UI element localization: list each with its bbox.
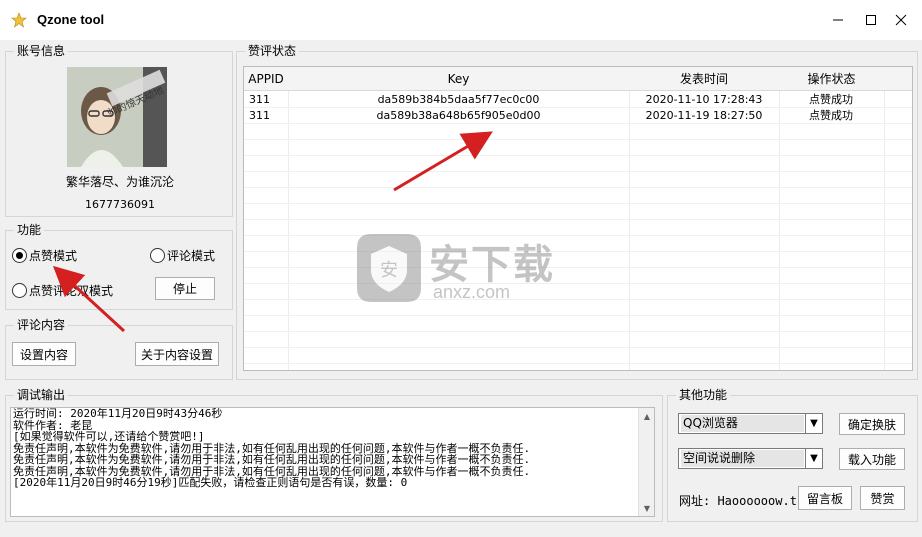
log-line: [如果觉得软件可以,还请给个赞赏吧!] [13,430,205,443]
debug-output-legend: 调试输出 [14,388,69,402]
column-header-action-status[interactable]: 操作状态 [779,67,884,91]
other-functions-legend: 其他功能 [676,388,731,402]
comment-content-legend: 评论内容 [14,318,69,332]
app-star-icon [11,12,27,28]
cell-post-time: 2020-11-19 18:27:50 [645,109,763,122]
function-group: 功能 点赞模式 评论模式 点赞评论双模式 停止 [5,223,233,310]
cell-action-status: 点赞成功 [809,93,853,106]
status-table-header: APPID Key 发表时间 操作状态 [244,67,912,91]
close-icon [895,14,907,26]
scroll-up-icon[interactable]: ▲ [639,408,654,424]
cell-post-time: 2020-11-10 17:28:43 [645,93,763,106]
vertical-scrollbar[interactable]: ▲ ▼ [638,408,654,516]
comment-content-group: 评论内容 设置内容 关于内容设置 [5,318,233,380]
reward-button[interactable]: 赞赏 [860,486,905,510]
column-header-post-time[interactable]: 发表时间 [629,67,779,91]
browser-select[interactable]: QQ浏览器 ▼ [678,413,823,434]
close-button[interactable] [887,6,915,34]
comment-mode-radio-indicator[interactable] [150,248,165,263]
cell-key: da589b38a648b65f905e0d00 [376,109,541,122]
watermark-shield-icon: 安 [357,234,421,302]
chevron-down-icon[interactable]: ▼ [805,449,822,468]
function-select-value: 空间说说删除 [681,450,804,467]
like-comment-mode-radio-indicator[interactable] [12,283,27,298]
debug-output-textarea[interactable]: 运行时间: 2020年11月20日9时43分46秒 软件作者: 老昆 [如果觉得… [10,407,655,517]
avatar-portrait [67,67,167,167]
comment-mode-label: 评论模式 [167,249,216,263]
website-label: 网址: Haoooooow.tk [679,494,805,508]
chevron-down-icon[interactable]: ▼ [805,414,822,433]
guestbook-button[interactable]: 留言板 [798,486,852,510]
set-content-button[interactable]: 设置内容 [12,342,76,366]
comment-mode-radio[interactable]: 评论模式 [150,247,215,264]
like-mode-radio[interactable]: 点赞模式 [12,247,77,264]
title-bar: Qzone tool [0,0,922,40]
log-line: 运行时间: 2020年11月20日9时43分46秒 [13,407,223,420]
minimize-button[interactable] [824,6,852,34]
avatar: 帅的惊天动地 [67,67,167,167]
log-line: [2020年11月20日9时46分19秒]匹配失败，请检查正则语句是否有误，数量… [13,476,408,489]
watermark-subtext: anxz.com [433,282,511,302]
minimize-icon [833,19,843,21]
window-title: Qzone tool [37,12,105,27]
like-comment-mode-radio[interactable]: 点赞评论双模式 [12,282,113,299]
log-line: 免责任声明,本软件为免费软件,请勿用于非法,如有任何乱用出现的任何问题,本软件与… [13,453,531,466]
cell-appid: 311 [249,93,270,106]
table-row[interactable]: 311 da589b38a648b65f905e0d00 2020-11-19 … [244,108,912,124]
column-header-key[interactable]: Key [288,67,629,91]
watermark: 安 安下载 anxz.com [353,228,573,308]
cell-appid: 311 [249,109,270,122]
like-comment-mode-label: 点赞评论双模式 [29,284,114,298]
cell-action-status: 点赞成功 [809,109,853,122]
browser-select-value: QQ浏览器 [681,415,804,432]
account-info-group: 账号信息 帅的惊天动地 繁华落尽、为谁沉沦 1677736091 [5,44,233,217]
account-qq-number: 1677736091 [85,198,155,211]
column-header-appid[interactable]: APPID [244,67,288,91]
status-legend: 赞评状态 [245,44,300,58]
confirm-skin-button[interactable]: 确定换肤 [839,413,905,435]
function-select[interactable]: 空间说说删除 ▼ [678,448,823,469]
maximize-icon [866,15,876,25]
like-mode-radio-indicator[interactable] [12,248,27,263]
status-table[interactable]: APPID Key 发表时间 操作状态 311 da589b384b5daa5f… [243,66,913,371]
scroll-down-icon[interactable]: ▼ [639,500,654,516]
function-legend: 功能 [14,223,45,237]
account-info-legend: 账号信息 [14,44,69,58]
like-mode-label: 点赞模式 [29,249,78,263]
svg-text:安: 安 [380,260,398,281]
table-row[interactable]: 311 da589b384b5daa5f77ec0c00 2020-11-10 … [244,92,912,108]
stop-button[interactable]: 停止 [155,277,215,300]
maximize-button[interactable] [857,6,885,34]
cell-key: da589b384b5daa5f77ec0c00 [377,93,540,106]
account-nickname: 繁华落尽、为谁沉沦 [65,175,174,189]
load-function-button[interactable]: 载入功能 [839,448,905,470]
about-content-settings-button[interactable]: 关于内容设置 [135,342,219,366]
